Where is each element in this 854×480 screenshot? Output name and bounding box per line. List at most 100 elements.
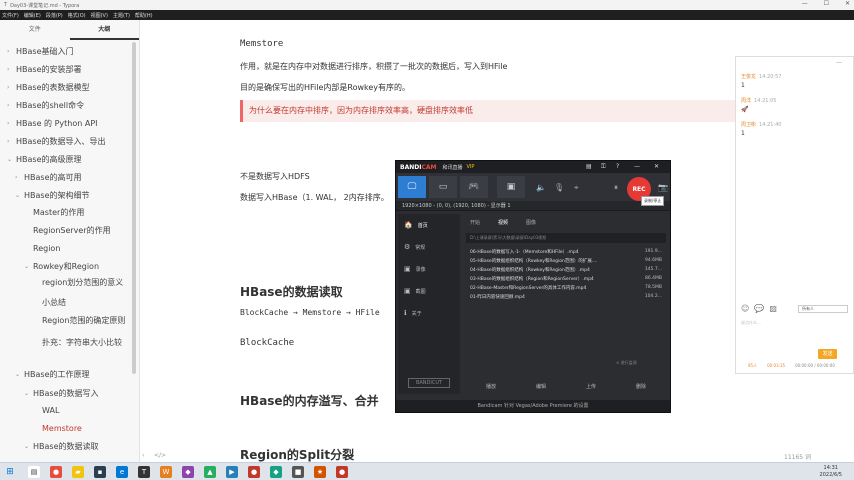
tab-video[interactable]: 视频 xyxy=(498,219,508,231)
chevron-right-icon[interactable]: › xyxy=(7,101,9,111)
paragraph: 作用，就是在内存中对数据进行排序，积攒了一批次的数据后，写入到HFile xyxy=(240,62,508,71)
file-row[interactable]: 04-HBase的数据组织结构（Rowkey和Region范围）.mp4 145.… xyxy=(466,267,666,276)
patrol-link[interactable]: ⊙ 进行监测 xyxy=(616,360,637,366)
chrome-icon[interactable]: ● xyxy=(50,466,62,478)
chevron-down-icon[interactable]: ⌄ xyxy=(24,442,29,452)
tab-files[interactable]: 文件 xyxy=(0,20,70,40)
file-row[interactable]: 02-HBase-Master和RegionServer的具体工作内容.mp4 7… xyxy=(466,285,666,294)
app-icon[interactable]: ● xyxy=(248,466,260,478)
chat-input[interactable]: 说点什么... xyxy=(741,320,761,326)
close-icon[interactable]: ✕ xyxy=(654,163,659,170)
file-name: 01-昨日内容快速回顾.mp4 xyxy=(470,295,525,300)
chevron-right-icon[interactable]: › xyxy=(7,47,9,57)
chevron-right-icon[interactable]: › xyxy=(15,173,17,183)
terminal-icon[interactable]: ▪ xyxy=(94,466,106,478)
bandicam-account[interactable]: 和讯直播 xyxy=(442,164,462,171)
menu-item[interactable]: 文件(F) xyxy=(2,12,19,19)
close-icon[interactable]: ✕ xyxy=(845,0,850,10)
menu-item[interactable]: 帮助(H) xyxy=(135,12,153,19)
help-icon[interactable]: ? xyxy=(616,163,619,170)
webcam-button[interactable]: ▣ xyxy=(497,176,525,198)
image-icon[interactable]: ▨ xyxy=(769,304,777,313)
speaker-icon[interactable]: 🔈 xyxy=(536,183,546,192)
send-button[interactable]: 发送 xyxy=(818,349,837,359)
chat-author[interactable]: 周卫彬 xyxy=(741,122,756,128)
chevron-right-icon[interactable]: › xyxy=(7,119,9,129)
pause-icon[interactable]: ⏸ xyxy=(614,183,618,193)
typora-icon[interactable]: T xyxy=(138,466,150,478)
camera-icon[interactable]: 📷 xyxy=(658,183,668,192)
file-row[interactable]: 01-昨日内容快速回顾.mp4 104.2... xyxy=(466,294,666,303)
microphone-icon[interactable]: 🎙 xyxy=(554,183,564,192)
bandicam-nav-label: 常规 xyxy=(415,244,426,251)
chevron-right-icon[interactable]: › xyxy=(7,65,9,75)
chevron-right-icon[interactable]: › xyxy=(7,137,9,147)
menu-item[interactable]: 格式(O) xyxy=(68,12,86,19)
chat-icon[interactable]: 💬 xyxy=(754,304,764,313)
mouse-icon[interactable]: ⌖ xyxy=(574,183,579,193)
minimize-icon[interactable]: — xyxy=(634,163,640,170)
chevron-down-icon[interactable]: ⌄ xyxy=(24,389,29,399)
chevron-right-icon[interactable]: › xyxy=(7,83,9,93)
resolution-bar[interactable]: 1920×1080 - (0, 0), (1920, 1080) - 显示器 1 xyxy=(396,201,670,211)
minimize-icon[interactable]: — xyxy=(836,59,842,66)
file-row[interactable]: 06-HBase的数据写入-1-（Memstore和HFile）.mp4 191.… xyxy=(466,249,666,258)
bandicam-nav-item[interactable]: ⚙ 常规 xyxy=(398,236,460,258)
upload-button[interactable]: 上传 xyxy=(566,383,616,393)
edge-icon[interactable]: e xyxy=(116,466,128,478)
chevron-down-icon[interactable]: ⌄ xyxy=(15,370,20,380)
folder-icon[interactable]: ▰ xyxy=(72,466,84,478)
lock-icon[interactable]: ⚿ xyxy=(601,163,606,171)
wps-icon[interactable]: W xyxy=(160,466,172,478)
output-path[interactable]: D:\上课录屏\黑马\大数据\录屏\Day03视频 xyxy=(466,233,666,243)
minimize-icon[interactable]: — xyxy=(802,0,808,10)
menu-item[interactable]: 编辑(E) xyxy=(24,12,41,19)
play-button[interactable]: 播放 xyxy=(466,383,516,393)
chevron-down-icon[interactable]: ⌄ xyxy=(7,155,12,165)
folder-icon[interactable]: ▤ xyxy=(586,163,592,170)
toggle-sidebar-icon[interactable]: ‹ xyxy=(142,452,144,459)
tab-start[interactable]: 开始 xyxy=(470,219,480,231)
screen-mode-button[interactable]: 🖵 xyxy=(398,176,426,198)
file-row[interactable]: 03-HBase的数据组织结构（Region和RegionServer）.mp4… xyxy=(466,276,666,285)
bandicam-taskbar-icon[interactable]: ● xyxy=(336,466,348,478)
file-row[interactable]: 05-HBase的数据组织结构（Rowkey和Region范围）的扩展.... 9… xyxy=(466,258,666,267)
tab-outline[interactable]: 大纲 xyxy=(69,20,139,40)
start-icon[interactable]: ⊞ xyxy=(4,466,16,478)
app-icon[interactable]: ★ xyxy=(314,466,326,478)
tab-image[interactable]: 图像 xyxy=(526,219,536,231)
chevron-down-icon[interactable]: ⌄ xyxy=(15,191,20,201)
bandicam-nav-item[interactable]: ℹ 关于 xyxy=(398,302,460,324)
emoji-icon[interactable]: ☺ xyxy=(741,304,749,313)
app-icon[interactable]: ▶ xyxy=(226,466,238,478)
delete-button[interactable]: 删除 xyxy=(616,383,666,393)
app-icon[interactable]: ■ xyxy=(292,466,304,478)
clock[interactable]: 14:31 2022/6/5 xyxy=(820,465,842,479)
chevron-down-icon[interactable]: ⌄ xyxy=(24,262,29,272)
device-mode-button[interactable]: ▭ xyxy=(429,176,457,198)
word-count[interactable]: 11165 词 xyxy=(784,452,811,461)
vip-badge[interactable]: VIP xyxy=(467,164,475,170)
menu-item[interactable]: 段落(P) xyxy=(46,12,63,19)
edit-button[interactable]: 编辑 xyxy=(516,383,566,393)
source-mode-icon[interactable]: </> xyxy=(154,452,166,459)
recipient-select[interactable]: 所有人 xyxy=(798,305,848,313)
bandicam-footer[interactable]: Bandicam 针对 Vegas/Adobe Premiere 的设置 xyxy=(396,400,670,412)
menu-bar: 文件(F) 编辑(E) 段落(P) 格式(O) 视图(V) 主题(T) 帮助(H) xyxy=(0,10,854,20)
app-icon[interactable]: ◆ xyxy=(270,466,282,478)
game-mode-button[interactable]: 🎮 xyxy=(460,176,488,198)
chat-author[interactable]: 周洋 xyxy=(741,98,751,104)
explorer-icon[interactable]: ▤ xyxy=(28,466,40,478)
app-icon[interactable]: ▲ xyxy=(204,466,216,478)
sidebar-scrollbar[interactable] xyxy=(132,42,136,374)
menu-item[interactable]: 视图(V) xyxy=(91,12,108,19)
bandicam-nav-item[interactable]: ▣ 截图 xyxy=(398,280,460,302)
bandicam-nav-item[interactable]: 🏠 首页 xyxy=(398,214,460,236)
bandicam-nav-item[interactable]: ▣ 录像 xyxy=(398,258,460,280)
maximize-icon[interactable]: ☐ xyxy=(824,0,829,10)
bandicut-logo[interactable]: BANDICUT xyxy=(408,378,450,388)
menu-item[interactable]: 主题(T) xyxy=(113,12,130,19)
app-icon[interactable]: ◆ xyxy=(182,466,194,478)
bandicam-logo: BANDICAM xyxy=(400,163,437,171)
chat-author[interactable]: 王俊龙 xyxy=(741,74,756,80)
